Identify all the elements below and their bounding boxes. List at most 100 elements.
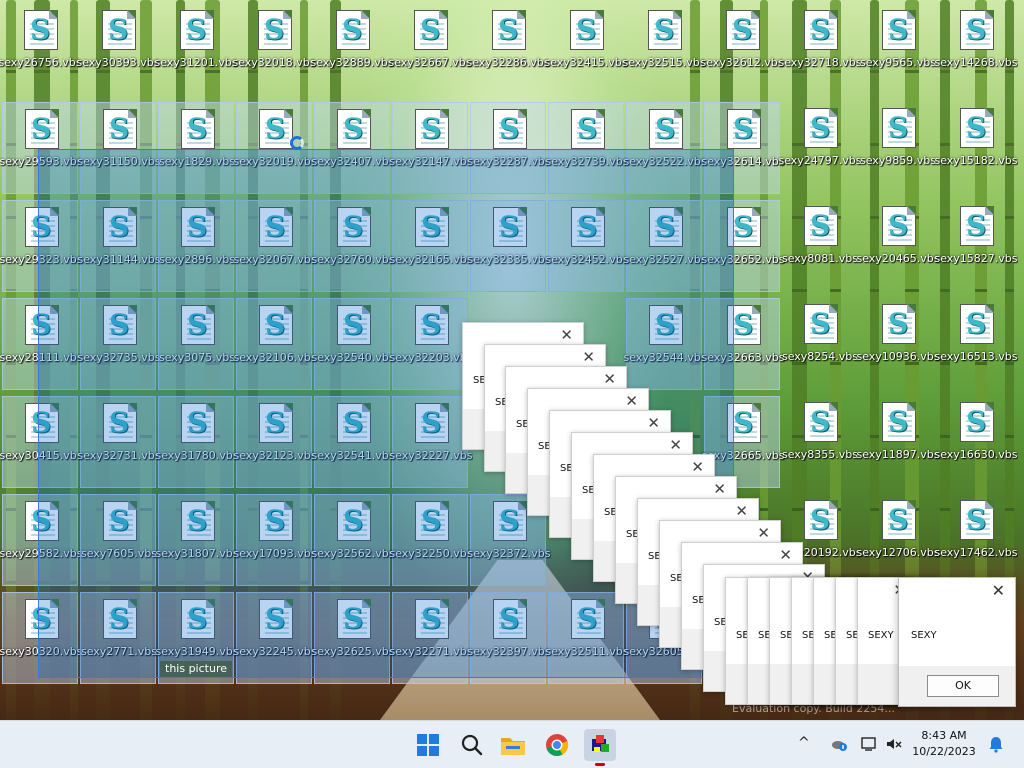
vbs-script-icon: S	[960, 206, 994, 246]
desktop-icon[interactable]: Ssexy32667.vbs	[388, 4, 472, 96]
desktop[interactable]: Evaluation copy. Build 2254... Ssexy2675…	[0, 0, 1024, 720]
notification-bell-icon[interactable]	[988, 735, 1004, 753]
desktop-icon[interactable]: Ssexy32415.vbs	[544, 4, 628, 96]
desktop-icon[interactable]: Ssexy32018.vbs	[232, 4, 316, 96]
desktop-icon-label: sexy8254.vbs	[781, 350, 859, 363]
desktop-icon[interactable]: Ssexy16630.vbs	[934, 396, 1018, 488]
desktop-icon-label: sexy32515.vbs	[622, 56, 706, 69]
desktop-icon[interactable]: Ssexy15827.vbs	[934, 200, 1018, 292]
close-icon[interactable]: ✕	[582, 350, 595, 365]
desktop-icon-label: sexy24797.vbs	[778, 154, 862, 167]
vbs-script-icon: S	[103, 109, 137, 149]
vbs-script-icon: S	[882, 108, 916, 148]
desktop-icon[interactable]: Ssexy26756.vbs	[0, 4, 82, 96]
vbs-script-icon: S	[804, 304, 838, 344]
desktop-icon[interactable]: Ssexy30393.vbs	[76, 4, 160, 96]
desktop-icon[interactable]: Ssexy24797.vbs	[778, 102, 862, 194]
desktop-icon[interactable]: Ssexy11897.vbs	[856, 396, 940, 488]
vbs-script-icon: S	[336, 10, 370, 50]
desktop-icon-label: sexy9565.vbs	[859, 56, 937, 69]
desktop-icon[interactable]: Ssexy32612.vbs	[700, 4, 784, 96]
vbs-script-icon: S	[258, 10, 292, 50]
message-text: SEXY	[911, 630, 937, 641]
vbs-script-icon: S	[259, 109, 293, 149]
vbs-script-icon: S	[414, 10, 448, 50]
close-icon[interactable]: ✕	[691, 460, 704, 475]
ok-button[interactable]: OK	[927, 675, 999, 697]
desktop-icon[interactable]: Ssexy12706.vbs	[856, 494, 940, 586]
vbs-script-icon: S	[804, 500, 838, 540]
desktop-icon[interactable]: Ssexy32718.vbs	[778, 4, 862, 96]
close-icon[interactable]: ✕	[757, 526, 770, 541]
vbs-script-icon: S	[960, 304, 994, 344]
desktop-icon[interactable]: Ssexy8081.vbs	[782, 200, 858, 292]
desktop-icon-label: sexy10936.vbs	[856, 350, 940, 363]
close-icon[interactable]: ✕	[603, 372, 616, 387]
vbs-script-icon: S	[882, 402, 916, 442]
desktop-icon[interactable]: Ssexy32515.vbs	[622, 4, 706, 96]
search-icon[interactable]	[456, 729, 488, 761]
vbs-script-icon: S	[648, 10, 682, 50]
close-icon[interactable]: ✕	[779, 548, 792, 563]
desktop-icon-label: sexy30393.vbs	[76, 56, 160, 69]
volume-muted-icon[interactable]	[885, 735, 903, 753]
message-box-front[interactable]: ✕ SEXY OK	[898, 577, 1016, 707]
vbs-script-icon: S	[882, 500, 916, 540]
close-icon[interactable]: ✕	[669, 438, 682, 453]
vbs-script-icon: S	[804, 108, 838, 148]
desktop-icon[interactable]: Ssexy32889.vbs	[310, 4, 394, 96]
desktop-icon-label: sexy8355.vbs	[781, 448, 859, 461]
desktop-icon[interactable]: Ssexy9565.vbs	[860, 4, 936, 96]
close-icon[interactable]: ✕	[625, 394, 638, 409]
desktop-icon-label: sexy17462.vbs	[934, 546, 1018, 559]
desktop-icon[interactable]: Ssexy32286.vbs	[466, 4, 550, 96]
vbs-script-icon: S	[804, 402, 838, 442]
cloud-status-icon[interactable]	[830, 735, 848, 753]
vbs-script-icon: S	[804, 206, 838, 246]
vbs-script-icon: S	[649, 109, 683, 149]
start-icon[interactable]	[412, 729, 444, 761]
desktop-icon-label: sexy32612.vbs	[700, 56, 784, 69]
desktop-icon-label: sexy32667.vbs	[388, 56, 472, 69]
vbs-script-icon: S	[415, 109, 449, 149]
close-icon[interactable]: ✕	[713, 482, 726, 497]
close-icon[interactable]: ✕	[560, 328, 573, 343]
desktop-icon-label: sexy14268.vbs	[934, 56, 1018, 69]
clock-time: 8:43 AM	[921, 729, 967, 742]
desktop-icon[interactable]: Ssexy15182.vbs	[934, 102, 1018, 194]
vbs-script-icon: S	[804, 10, 838, 50]
vbs-script-icon: S	[960, 500, 994, 540]
network-icon[interactable]	[860, 735, 878, 753]
clock-date: 10/22/2023	[912, 745, 976, 758]
script-host-icon[interactable]	[584, 729, 616, 766]
desktop-icon[interactable]: Ssexy20465.vbs	[856, 200, 940, 292]
vbs-script-icon: S	[570, 10, 604, 50]
vbs-script-icon: S	[727, 109, 761, 149]
desktop-icon[interactable]: Ssexy8355.vbs	[782, 396, 858, 488]
desktop-icon-label: sexy31201.vbs	[154, 56, 238, 69]
desktop-icon[interactable]: Ssexy10936.vbs	[856, 298, 940, 390]
close-icon[interactable]: ✕	[647, 416, 660, 431]
system-clock[interactable]: 8:43 AM 10/22/2023	[912, 728, 976, 760]
desktop-icon[interactable]: Ssexy17462.vbs	[934, 494, 1018, 586]
desktop-icon-label: sexy15182.vbs	[934, 154, 1018, 167]
desktop-icon-label: sexy32018.vbs	[232, 56, 316, 69]
desktop-icon[interactable]: Ssexy16513.vbs	[934, 298, 1018, 390]
vbs-script-icon: S	[492, 10, 526, 50]
vbs-script-icon: S	[882, 206, 916, 246]
desktop-icon-label: sexy32286.vbs	[466, 56, 550, 69]
close-icon[interactable]: ✕	[735, 504, 748, 519]
file-explorer-icon[interactable]	[497, 729, 529, 761]
chrome-icon[interactable]	[541, 729, 573, 761]
desktop-icon[interactable]: Ssexy31201.vbs	[154, 4, 238, 96]
desktop-icon[interactable]: Ssexy9859.vbs	[860, 102, 936, 194]
desktop-icon-label: sexy16630.vbs	[934, 448, 1018, 461]
taskbar: ^ 8:43 AM 10/22/2023	[0, 720, 1024, 768]
desktop-icon-label: sexy8081.vbs	[781, 252, 859, 265]
close-icon[interactable]: ✕	[992, 583, 1005, 599]
vbs-script-icon: S	[882, 304, 916, 344]
desktop-icon[interactable]: Ssexy14268.vbs	[934, 4, 1018, 96]
chevron-up-icon[interactable]: ^	[798, 735, 810, 751]
vbs-script-icon: S	[960, 108, 994, 148]
desktop-icon[interactable]: Ssexy8254.vbs	[782, 298, 858, 390]
